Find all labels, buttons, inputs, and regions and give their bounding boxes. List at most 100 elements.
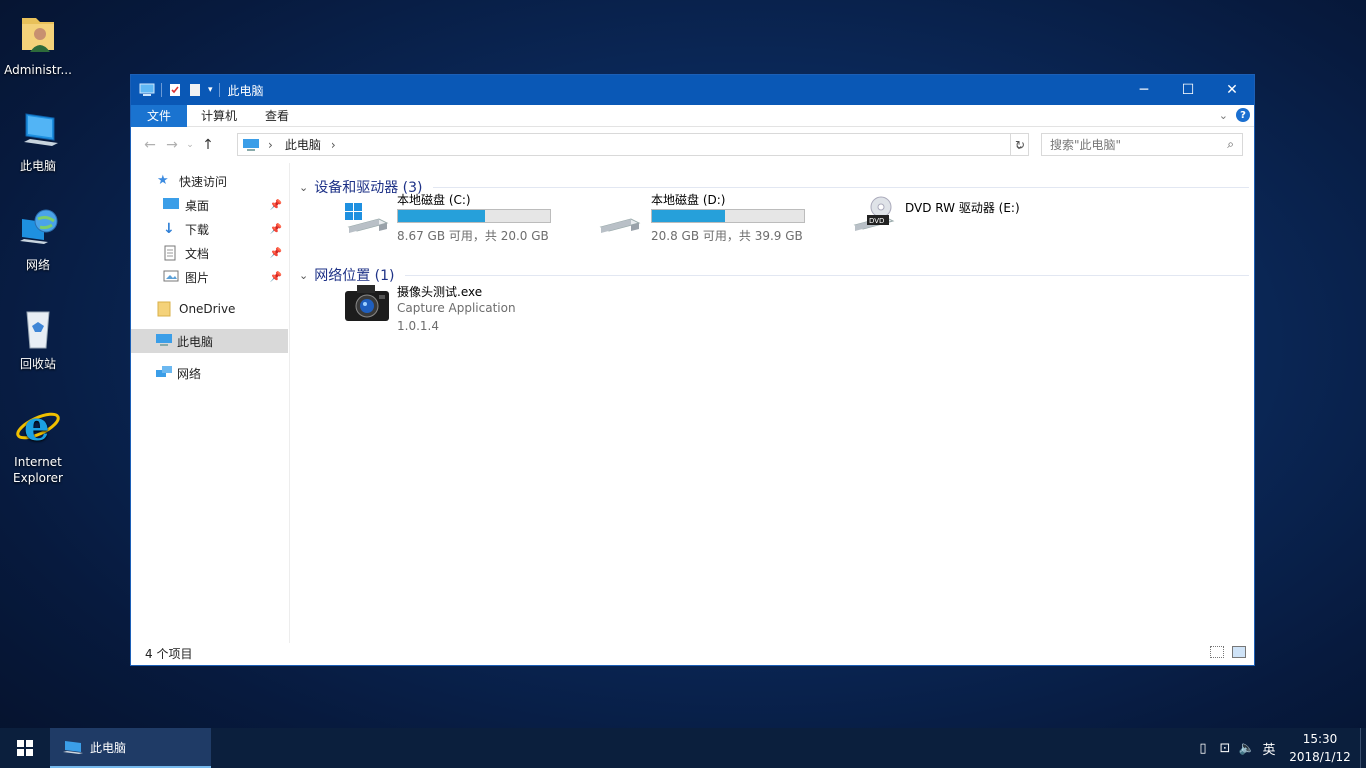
- search-placeholder: 搜索"此电脑": [1050, 138, 1122, 152]
- clock[interactable]: 15:30 2018/1/12: [1280, 730, 1360, 766]
- expand-ribbon-chevron-icon[interactable]: ⌄: [1219, 109, 1228, 122]
- this-pc-address-icon: [243, 138, 259, 151]
- svg-text:e: e: [24, 403, 49, 450]
- breadcrumb-this-pc[interactable]: 此电脑: [285, 136, 321, 153]
- forward-arrow-icon[interactable]: →: [161, 137, 183, 153]
- windows-logo-icon: [17, 740, 33, 756]
- volume-icon[interactable]: 🔈: [1236, 741, 1258, 756]
- item-count: 4 个项目: [145, 646, 193, 661]
- large-icons-view-icon[interactable]: [1232, 646, 1246, 658]
- pictures-icon: [163, 269, 179, 285]
- group-divider: [432, 186, 1249, 188]
- group-divider: [404, 274, 1249, 276]
- desktop-icon-label: Internet: [14, 455, 62, 469]
- nav-onedrive[interactable]: OneDrive: [131, 297, 288, 321]
- desktop-icon-label: 此电脑: [19, 159, 56, 173]
- nav-desktop[interactable]: 桌面 📌: [131, 193, 288, 217]
- pin-icon[interactable]: 📌: [270, 224, 282, 235]
- input-language[interactable]: 英: [1258, 739, 1280, 758]
- recycle-bin-icon: [14, 304, 62, 352]
- desktop-icon-recycle-bin[interactable]: 回收站: [1, 304, 75, 372]
- windows-drive-icon: [343, 201, 389, 239]
- window-title: 此电脑: [227, 83, 264, 98]
- network-globe-icon: [14, 205, 62, 253]
- nav-quick-access[interactable]: ★ 快速访问: [131, 169, 288, 193]
- nav-documents[interactable]: 文档 📌: [131, 241, 288, 265]
- drive-usage-bar: [397, 209, 551, 223]
- nav-downloads[interactable]: ↓ 下载 📌: [131, 217, 288, 241]
- app-description: Capture Application: [397, 301, 516, 315]
- network-status-icon[interactable]: ⊡: [1214, 741, 1236, 756]
- toolbar-separator: [218, 83, 220, 97]
- collapse-chevron-icon[interactable]: ⌄: [299, 181, 308, 194]
- nav-label: 网络: [177, 366, 202, 381]
- search-icon: ⌕: [1227, 137, 1234, 151]
- pin-icon[interactable]: 📌: [270, 248, 282, 259]
- search-input[interactable]: 搜索"此电脑" ⌕: [1041, 133, 1243, 156]
- help-icon[interactable]: ?: [1236, 108, 1250, 122]
- navigation-pane: ★ 快速访问 桌面 📌 ↓ 下载 📌 文档 📌 图片 📌 OneDrive 此电…: [131, 163, 290, 643]
- new-folder-icon[interactable]: [188, 83, 202, 97]
- drive-e-dvd[interactable]: DVD DVD RW 驱动器 (E:): [851, 191, 1091, 241]
- tab-computer[interactable]: 计算机: [187, 105, 251, 127]
- close-button[interactable]: ✕: [1210, 75, 1254, 105]
- usb-device-icon[interactable]: ▯: [1192, 741, 1214, 756]
- maximize-button[interactable]: ☐: [1166, 75, 1210, 105]
- explorer-window: ▾ 此电脑 ─ ☐ ✕ 文件 计算机 查看 ⌄ ? ← → ⌄ ↑ › 此电脑 …: [130, 74, 1255, 666]
- computer-icon: [14, 106, 62, 154]
- drive-usage-fill: [398, 210, 485, 222]
- hard-drive-icon: [597, 201, 643, 239]
- desktop-icon-label: Administr...: [4, 63, 72, 77]
- properties-icon[interactable]: [168, 83, 182, 97]
- computer-icon: [63, 741, 83, 754]
- onedrive-folder-icon: [157, 301, 173, 317]
- up-arrow-icon[interactable]: ↑: [197, 137, 219, 153]
- title-bar[interactable]: ▾ 此电脑 ─ ☐ ✕: [131, 75, 1254, 105]
- address-bar[interactable]: › 此电脑 › ⌄: [237, 133, 1029, 156]
- desktop-icon-this-pc[interactable]: 此电脑: [1, 106, 75, 174]
- recent-locations-chevron-icon[interactable]: ⌄: [183, 140, 197, 150]
- toolbar-separator: [161, 83, 162, 97]
- this-pc-small-icon: [139, 83, 155, 96]
- drive-free-space: 20.8 GB 可用，共 39.9 GB: [651, 229, 803, 243]
- desktop-icon-label: 回收站: [19, 357, 56, 371]
- nav-pictures[interactable]: 图片 📌: [131, 265, 288, 289]
- pin-icon[interactable]: 📌: [270, 272, 282, 283]
- collapse-chevron-icon[interactable]: ⌄: [299, 269, 308, 282]
- network-item-camera-test[interactable]: 摄像头测试.exe Capture Application 1.0.1.4: [343, 283, 563, 333]
- address-separator-icon[interactable]: ›: [331, 138, 336, 152]
- start-button[interactable]: [0, 728, 50, 768]
- minimize-button[interactable]: ─: [1122, 75, 1166, 105]
- desktop-icon-network[interactable]: 网络: [1, 205, 75, 273]
- desktop-icon-administrator[interactable]: Administr...: [1, 10, 75, 78]
- desktop-icon-label: Explorer: [13, 471, 63, 485]
- content-pane: ⌄ 设备和驱动器 (3) 本地磁盘 (C:) 8.67 GB 可用，共 20.0…: [291, 163, 1254, 643]
- address-separator-icon[interactable]: ›: [268, 138, 273, 152]
- status-bar: 4 个项目: [131, 641, 1254, 665]
- nav-this-pc[interactable]: 此电脑: [131, 329, 288, 353]
- desktop-icon-internet-explorer[interactable]: e Internet Explorer: [1, 402, 75, 486]
- show-desktop-button[interactable]: [1360, 728, 1366, 768]
- group-network-locations[interactable]: ⌄ 网络位置 (1): [299, 265, 1249, 285]
- drive-c[interactable]: 本地磁盘 (C:) 8.67 GB 可用，共 20.0 GB: [343, 191, 583, 243]
- customize-toolbar-chevron-icon[interactable]: ▾: [208, 85, 213, 95]
- network-icon: [155, 365, 172, 381]
- taskbar-item-this-pc[interactable]: 此电脑: [50, 728, 211, 768]
- back-arrow-icon[interactable]: ←: [139, 137, 161, 153]
- tab-file[interactable]: 文件: [131, 104, 187, 127]
- tab-view[interactable]: 查看: [251, 105, 303, 127]
- taskbar-item-label: 此电脑: [90, 740, 127, 755]
- drive-usage-bar: [651, 209, 805, 223]
- internet-explorer-icon: e: [14, 402, 62, 450]
- refresh-button[interactable]: ↻: [1010, 133, 1029, 156]
- drive-d[interactable]: 本地磁盘 (D:) 20.8 GB 可用，共 39.9 GB: [597, 191, 837, 243]
- group-title: 网络位置 (1): [314, 268, 395, 284]
- desktop-folder-icon: [163, 197, 179, 213]
- nav-label: 文档: [185, 246, 210, 261]
- camera-icon: [343, 283, 391, 323]
- pin-icon[interactable]: 📌: [270, 200, 282, 211]
- nav-network[interactable]: 网络: [131, 361, 288, 385]
- svg-text:DVD: DVD: [869, 217, 884, 225]
- details-view-icon[interactable]: [1210, 646, 1224, 658]
- nav-label: 快速访问: [179, 174, 228, 189]
